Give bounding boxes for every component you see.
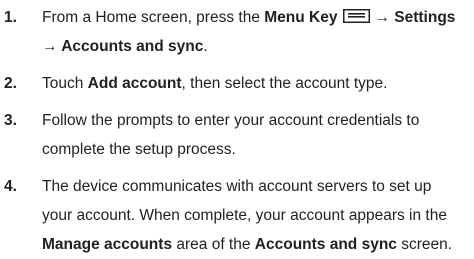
manage-accounts-label: Manage accounts — [42, 236, 173, 253]
menu-key-label: Menu Key — [264, 9, 338, 26]
accounts-sync-path-label: → Accounts and sync — [42, 38, 204, 55]
step-text: From a Home screen, press the Menu Key → … — [42, 3, 472, 61]
step-number: 3. — [4, 112, 17, 129]
step-number: 1. — [4, 9, 17, 26]
step-text-segment: From a Home screen, press the — [42, 9, 265, 26]
menu-key-icon — [343, 9, 371, 23]
accounts-sync-screen-label: Accounts and sync — [254, 236, 397, 253]
step-text-line: The device communicates with account ser… — [42, 178, 432, 195]
step-text-segment: . — [203, 38, 208, 55]
step-text: Follow the prompts to enter your account… — [42, 106, 472, 164]
step-number: 2. — [4, 75, 17, 92]
step-text-segment: area of the — [172, 236, 255, 253]
instruction-steps: 1. From a Home screen, press the Menu Ke… — [0, 0, 474, 255]
add-account-label: Add account — [87, 75, 182, 92]
step-text-segment: screen. — [396, 236, 453, 253]
step-text: The device communicates with account ser… — [42, 172, 472, 259]
step-text: Touch Add account, then select the accou… — [42, 69, 472, 98]
step-text-segment: Touch — [42, 75, 88, 92]
step-text-line: Follow the prompts to enter your account… — [42, 112, 420, 129]
step-text-line: your account. When complete, your accoun… — [42, 207, 447, 224]
step-number: 4. — [4, 178, 17, 195]
step-text-segment: , then select the account type. — [181, 75, 388, 92]
step-text-line: complete the setup process. — [42, 141, 236, 158]
settings-path-label: → Settings — [374, 9, 456, 26]
